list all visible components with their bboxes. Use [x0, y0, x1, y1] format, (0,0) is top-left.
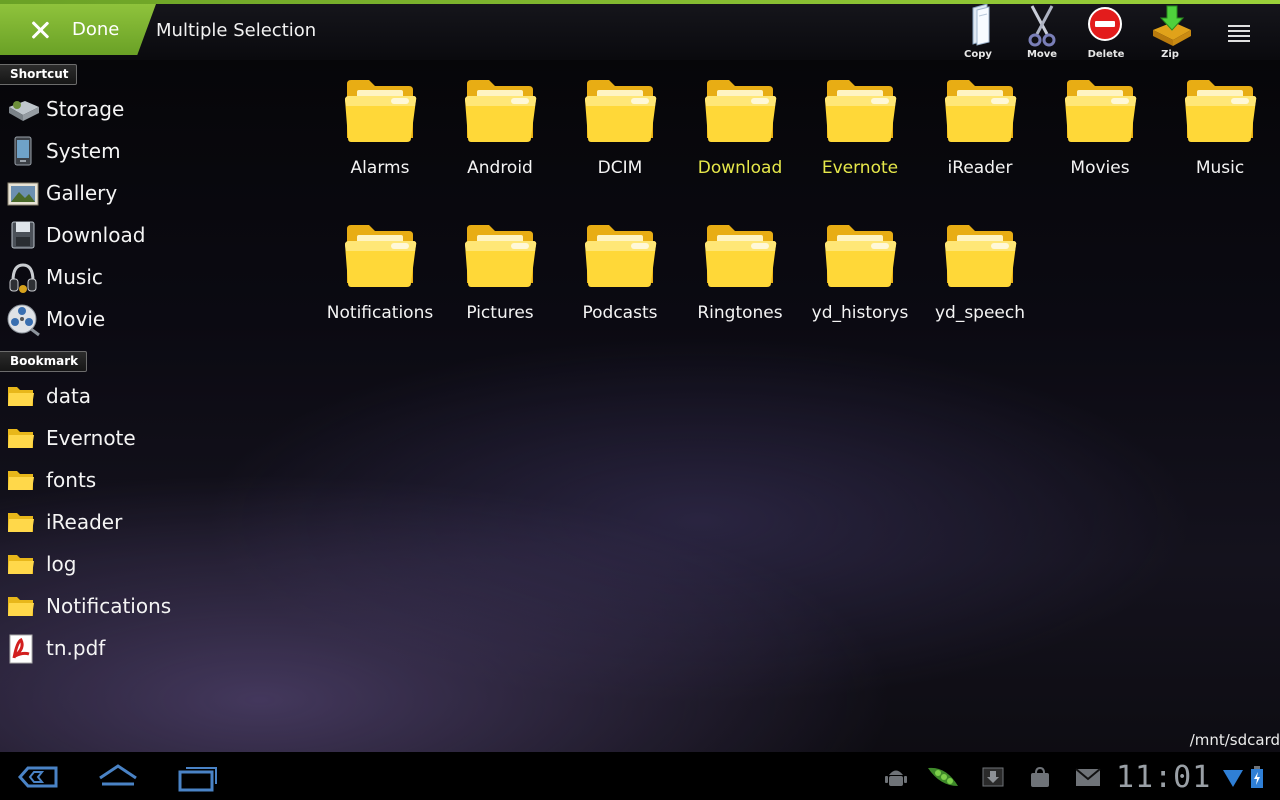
peapod-icon[interactable] [926, 762, 960, 790]
system-icon [7, 135, 39, 167]
folder-name: Music [1195, 158, 1245, 178]
delete-label: Delete [1087, 49, 1125, 60]
sidebar-item-label: Evernote [46, 426, 136, 450]
sidebar-bookmark-data[interactable]: data [0, 376, 300, 416]
done-button[interactable]: Done [0, 4, 156, 55]
current-path: /mnt/sdcard [1189, 731, 1280, 749]
scissors-icon [1028, 5, 1056, 47]
sidebar-bookmark-ireader[interactable]: iReader [0, 502, 300, 542]
sidebar-item-label: Notifications [46, 594, 172, 618]
overflow-menu-icon[interactable] [1222, 22, 1256, 48]
sidebar-item-system[interactable]: System [0, 131, 300, 171]
copy-icon [972, 4, 990, 46]
sidebar-bookmark-notifications[interactable]: Notifications [0, 586, 300, 626]
move-button[interactable]: Move [1010, 4, 1074, 64]
pdf-icon [7, 631, 39, 666]
folder-item-pictures[interactable]: Pictures [445, 219, 555, 339]
download-notification-icon[interactable] [980, 766, 1006, 788]
back-icon[interactable] [16, 760, 60, 794]
folder-item-ireader[interactable]: iReader [925, 74, 1035, 194]
folder-item-music[interactable]: Music [1165, 74, 1275, 194]
sidebar-item-label: fonts [46, 468, 97, 492]
folder-item-podcasts[interactable]: Podcasts [565, 219, 675, 339]
folder-icon [7, 547, 39, 582]
folder-item-yd-speech[interactable]: yd_speech [925, 219, 1035, 339]
zip-button[interactable]: Zip [1138, 4, 1202, 64]
battery-icon[interactable] [1250, 766, 1264, 788]
delete-button[interactable]: Delete [1074, 4, 1138, 64]
zip-label: Zip [1161, 49, 1179, 60]
sidebar-item-gallery[interactable]: Gallery [0, 173, 300, 213]
sidebar-item-label: System [46, 139, 121, 163]
folder-item-android[interactable]: Android [445, 74, 555, 194]
sidebar-item-label: Download [46, 223, 146, 247]
folder-item-movies[interactable]: Movies [1045, 74, 1155, 194]
sidebar-bookmark-fonts[interactable]: fonts [0, 460, 300, 500]
folder-item-notifications[interactable]: Notifications [325, 219, 435, 339]
sidebar-item-label: iReader [46, 510, 123, 534]
headphones-icon [7, 261, 39, 293]
sidebar-item-label: data [46, 384, 92, 408]
storage-icon [7, 93, 39, 125]
folder-item-alarms[interactable]: Alarms [325, 74, 435, 194]
folder-item-evernote[interactable]: Evernote [805, 74, 915, 194]
folder-icon [7, 589, 39, 624]
page-title: Multiple Selection [156, 20, 317, 41]
film-reel-icon [7, 303, 40, 337]
sidebar-item-download[interactable]: Download [0, 215, 300, 255]
folder-icon [7, 505, 39, 540]
bag-icon[interactable] [1028, 766, 1052, 788]
sidebar-item-music[interactable]: Music [0, 257, 300, 297]
clock: 11:01 [1116, 760, 1212, 795]
sidebar-bookmark-tn-pdf[interactable]: tn.pdf [0, 628, 300, 668]
sidebar-item-label: Gallery [46, 181, 118, 205]
copy-label: Copy [964, 49, 992, 60]
sidebar-item-label: Movie [46, 307, 106, 331]
system-bar: 11:01 [0, 752, 1280, 800]
gallery-icon [7, 177, 39, 209]
sidebar-item-label: tn.pdf [46, 636, 106, 660]
folder-item-download[interactable]: Download [685, 74, 795, 194]
sidebar-item-movie[interactable]: Movie [0, 299, 300, 339]
download-icon [7, 219, 39, 251]
sidebar-bookmark-evernote[interactable]: Evernote [0, 418, 300, 458]
folder-item-ringtones[interactable]: Ringtones [685, 219, 795, 339]
folder-icon [7, 421, 39, 456]
folder-item-yd-historys[interactable]: yd_historys [805, 219, 915, 339]
action-buttons: Copy Move Delete Zip [946, 4, 1202, 64]
close-icon [29, 19, 51, 41]
sidebar-item-label: Music [46, 265, 103, 289]
action-bar: Done Multiple Selection Copy Move Delete… [0, 4, 1280, 60]
sidebar-item-label: Storage [46, 97, 125, 121]
sidebar-item-label: log [46, 552, 77, 576]
sidebar-bookmark-log[interactable]: log [0, 544, 300, 584]
folder-item-dcim[interactable]: DCIM [565, 74, 675, 194]
shortcut-header: Shortcut [0, 64, 78, 85]
android-debug-icon[interactable] [884, 766, 908, 788]
sidebar-item-storage[interactable]: Storage [0, 89, 300, 129]
delete-icon [1088, 7, 1122, 41]
folder-name: yd_speech [934, 303, 1026, 323]
gmail-icon[interactable] [1074, 766, 1102, 788]
zip-icon [1153, 5, 1191, 46]
done-label: Done [72, 19, 120, 40]
copy-button[interactable]: Copy [946, 4, 1010, 64]
wifi-icon[interactable] [1222, 768, 1244, 788]
home-icon[interactable] [96, 760, 140, 794]
move-label: Move [1026, 49, 1058, 60]
bookmark-header: Bookmark [0, 351, 88, 372]
recent-apps-icon[interactable] [176, 760, 220, 794]
folder-icon [7, 379, 39, 414]
folder-icon [7, 463, 39, 498]
